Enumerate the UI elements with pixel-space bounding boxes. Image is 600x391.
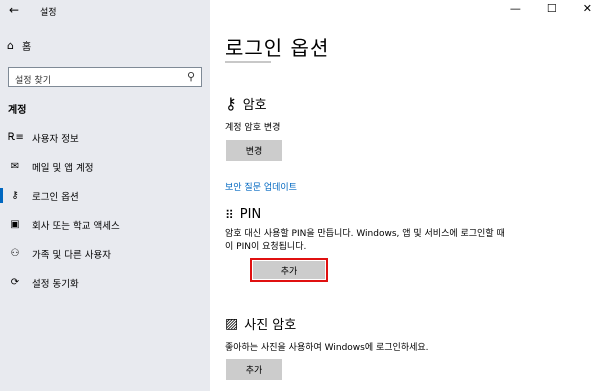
sidebar-item-label: 메일 및 앱 계정: [32, 162, 94, 174]
user-info-icon: Ꭱ≡: [8, 132, 24, 143]
password-heading: 암호: [242, 98, 267, 113]
sidebar-item-label: 로그인 옵션: [32, 191, 79, 203]
app-title: 설정: [40, 8, 57, 18]
mail-icon: ✉: [10, 161, 20, 172]
sidebar-item-label: 사용자 정보: [32, 133, 79, 145]
main-content: — ☐ ✕ 로그인 옵션 ⚷ 암호 계정 암호 변경 변경 보안 질문 업데이트…: [210, 0, 600, 391]
pin-heading: PIN: [239, 207, 262, 222]
picture-password-description: 좋아하는 사진을 사용하여 Windows에 로그인하세요.: [225, 343, 429, 353]
briefcase-icon: ▣: [10, 219, 20, 230]
people-icon: ⚇: [10, 248, 20, 259]
sidebar-item-home[interactable]: ⌂ 홈: [7, 38, 31, 53]
close-icon[interactable]: ✕: [583, 2, 592, 15]
sidebar-item-sync-settings[interactable]: ⟳ 설정 동기화: [0, 268, 210, 297]
sidebar: ← 설정 ⌂ 홈 ⚲ 계정 Ꭱ≡ 사용자 정보 ✉ 메일 및 앱 계정 ⚷ 로그…: [0, 0, 210, 391]
key-icon: ⚷: [11, 190, 19, 201]
sidebar-item-user-info[interactable]: Ꭱ≡ 사용자 정보: [0, 123, 210, 152]
key-icon: ⚷: [225, 94, 237, 113]
home-label: 홈: [21, 42, 32, 53]
back-arrow-icon[interactable]: ←: [9, 3, 19, 17]
add-pin-button[interactable]: 추가: [253, 261, 325, 279]
sidebar-item-label: 설정 동기화: [32, 278, 79, 290]
password-header: ⚷ 암호: [225, 94, 267, 113]
search-input[interactable]: [9, 72, 175, 90]
pin-keypad-icon: ⠿: [225, 207, 234, 222]
minimize-icon[interactable]: —: [510, 2, 521, 15]
section-label: 계정: [8, 105, 27, 116]
title-underline: [225, 61, 271, 63]
pin-description: 암호 대신 사용할 PIN을 만듭니다. Windows, 앱 및 서비스에 로…: [225, 229, 505, 252]
change-password-button[interactable]: 변경: [226, 140, 282, 161]
sync-icon: ⟳: [10, 277, 20, 288]
sidebar-item-work-school[interactable]: ▣ 회사 또는 학교 액세스: [0, 210, 210, 239]
home-icon: ⌂: [7, 39, 14, 52]
picture-password-header: ▨ 사진 암호: [225, 314, 297, 334]
add-picture-password-button[interactable]: 추가: [226, 359, 282, 380]
sidebar-nav: Ꭱ≡ 사용자 정보 ✉ 메일 및 앱 계정 ⚷ 로그인 옵션 ▣ 회사 또는 학…: [0, 123, 210, 297]
search-icon[interactable]: ⚲: [187, 70, 195, 83]
password-description: 계정 암호 변경: [225, 123, 281, 133]
sidebar-item-label: 회사 또는 학교 액세스: [32, 220, 120, 232]
sidebar-item-mail-accounts[interactable]: ✉ 메일 및 앱 계정: [0, 152, 210, 181]
window-controls: — ☐ ✕: [510, 2, 592, 15]
picture-icon: ▨: [225, 315, 239, 332]
page-title: 로그인 옵션: [225, 36, 330, 60]
sidebar-item-sign-in-options[interactable]: ⚷ 로그인 옵션: [0, 181, 210, 210]
pin-header: ⠿ PIN: [225, 207, 261, 222]
sidebar-item-family-users[interactable]: ⚇ 가족 및 다른 사용자: [0, 239, 210, 268]
sidebar-item-label: 가족 및 다른 사용자: [32, 249, 111, 261]
security-questions-link[interactable]: 보안 질문 업데이트: [225, 180, 297, 193]
picture-password-heading: 사진 암호: [244, 318, 297, 333]
search-box[interactable]: ⚲: [8, 67, 202, 90]
maximize-icon[interactable]: ☐: [547, 2, 557, 15]
